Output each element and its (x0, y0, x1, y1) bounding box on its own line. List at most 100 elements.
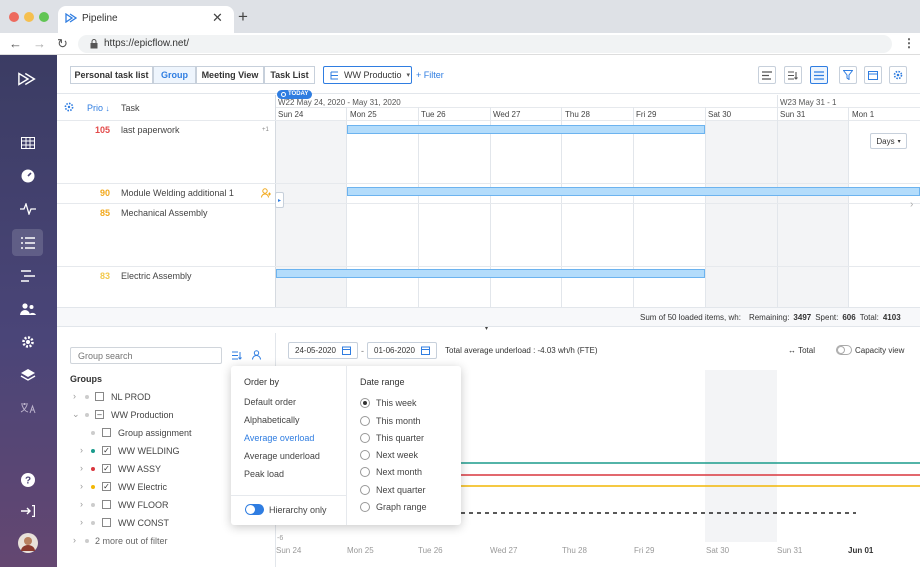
checkbox-ww-welding[interactable]: ✓ (102, 446, 111, 455)
order-average-overload[interactable]: Average overload (244, 433, 314, 443)
expand-chevron-icon[interactable]: › (73, 535, 76, 545)
prio-column-header[interactable]: Prio ↓ (87, 103, 110, 113)
radio-this-month[interactable] (360, 416, 370, 426)
new-tab-icon[interactable]: + (238, 7, 248, 27)
dashboard-gauge-icon[interactable] (18, 166, 38, 186)
group-label-ww-const[interactable]: WW CONST (118, 518, 169, 528)
view-meeting-button[interactable]: Meeting View (196, 66, 264, 84)
settings-icon[interactable] (889, 66, 907, 84)
users-icon[interactable] (18, 299, 38, 319)
split-handle-icon[interactable]: ▾ (485, 325, 488, 332)
range-next-week[interactable]: Next week (376, 450, 418, 460)
filter-funnel-icon[interactable] (839, 66, 857, 84)
task-column-header[interactable]: Task (121, 103, 140, 113)
radio-next-week[interactable] (360, 450, 370, 460)
collapse-panel-handle[interactable]: ▸ (275, 192, 284, 208)
radio-next-quarter[interactable] (360, 485, 370, 495)
epicflow-logo-icon[interactable] (18, 69, 38, 89)
close-window-dot[interactable] (9, 12, 19, 22)
task-bar-module-welding[interactable] (347, 187, 920, 196)
capacity-view-toggle[interactable] (836, 345, 852, 355)
expand-chevron-icon[interactable]: › (80, 517, 83, 527)
task-bar-electric-assembly[interactable] (276, 269, 705, 278)
row-2-task[interactable]: Module Welding additional 1 (121, 188, 234, 198)
task-list-icon[interactable] (18, 266, 38, 286)
view-group-button[interactable]: Group (153, 66, 196, 84)
scroll-right-icon[interactable]: › (910, 199, 913, 210)
help-icon[interactable]: ? (18, 470, 38, 490)
expand-chevron-icon[interactable]: › (80, 445, 83, 455)
group-label-nl-prod[interactable]: NL PROD (111, 392, 151, 402)
range-this-month[interactable]: This month (376, 416, 421, 426)
calendar-grid-icon[interactable] (18, 133, 38, 153)
row-3-task[interactable]: Mechanical Assembly (121, 208, 208, 218)
logout-icon[interactable] (18, 501, 38, 521)
hierarchy-only-toggle[interactable] (245, 504, 264, 515)
range-this-week[interactable]: This week (376, 398, 417, 408)
checkbox-nl-prod[interactable] (95, 392, 104, 401)
list-view-icon[interactable] (810, 66, 828, 84)
url-field[interactable] (78, 35, 892, 53)
sort-options-icon[interactable] (784, 66, 802, 84)
row-1-task[interactable]: last paperwork (121, 125, 180, 135)
zoom-select[interactable]: Days ▾ (870, 133, 907, 149)
user-avatar[interactable] (18, 533, 38, 553)
translate-icon[interactable] (18, 398, 38, 418)
checkbox-ww-electric[interactable]: ✓ (102, 482, 111, 491)
group-label-ww-electric[interactable]: WW Electric (118, 482, 167, 492)
date-to-input[interactable]: 01-06-2020 (367, 342, 437, 359)
layers-icon[interactable] (18, 365, 38, 385)
radio-this-quarter[interactable] (360, 433, 370, 443)
order-alphabetically[interactable]: Alphabetically (244, 415, 300, 425)
back-arrow-icon[interactable]: ← (9, 36, 22, 51)
expand-chevron-icon[interactable]: › (80, 499, 83, 509)
range-graph-range[interactable]: Graph range (376, 502, 427, 512)
checkbox-ww-const[interactable] (102, 518, 111, 527)
collapse-chevron-icon[interactable]: ⌄ (72, 409, 80, 420)
view-personal-task-list-button[interactable]: Personal task list (70, 66, 153, 84)
group-label-ww-assy[interactable]: WW ASSY (118, 464, 161, 474)
group-label-group-assignment[interactable]: Group assignment (118, 428, 192, 438)
checkbox-ww-production[interactable]: – (95, 410, 104, 419)
checkbox-ww-floor[interactable] (102, 500, 111, 509)
maximize-window-dot[interactable] (39, 12, 49, 22)
sort-order-icon[interactable] (232, 351, 242, 360)
row-4-task[interactable]: Electric Assembly (121, 271, 192, 281)
forward-arrow-icon[interactable]: → (33, 36, 46, 51)
task-bar-last-paperwork[interactable] (347, 125, 705, 134)
view-task-list-button[interactable]: Task List (264, 66, 315, 84)
radio-graph-range[interactable] (360, 502, 370, 512)
expand-chevron-icon[interactable]: › (80, 481, 83, 491)
range-next-quarter[interactable]: Next quarter (376, 485, 426, 495)
person-filter-icon[interactable] (252, 350, 261, 360)
calendar-icon[interactable] (864, 66, 882, 84)
radio-this-week[interactable] (360, 398, 370, 408)
checkbox-ww-assy[interactable]: ✓ (102, 464, 111, 473)
group-label-ww-floor[interactable]: WW FLOOR (118, 500, 169, 510)
expand-chevron-icon[interactable]: › (73, 391, 76, 401)
order-average-underload[interactable]: Average underload (244, 451, 320, 461)
browser-menu-icon[interactable]: ⋮ (903, 36, 915, 50)
group-label-ww-welding[interactable]: WW WELDING (118, 446, 180, 456)
group-select[interactable]: WW Productio ▾ (323, 66, 412, 84)
sort-left-icon[interactable] (758, 66, 776, 84)
expand-chevron-icon[interactable]: › (80, 463, 83, 473)
total-toggle[interactable]: ↔ Total (788, 346, 815, 355)
column-settings-icon[interactable] (64, 102, 74, 112)
more-groups-link[interactable]: 2 more out of filter (95, 536, 168, 546)
reload-icon[interactable]: ↻ (57, 36, 68, 52)
radio-next-month[interactable] (360, 467, 370, 477)
checkbox-group-assignment[interactable] (102, 428, 111, 437)
date-from-input[interactable]: 24-05-2020 (288, 342, 358, 359)
pulse-chart-icon[interactable] (18, 199, 38, 219)
assign-user-icon[interactable] (261, 188, 271, 198)
group-label-ww-production[interactable]: WW Production (111, 410, 174, 420)
range-next-month[interactable]: Next month (376, 467, 422, 477)
order-default[interactable]: Default order (244, 397, 296, 407)
minimize-window-dot[interactable] (24, 12, 34, 22)
group-search-input[interactable] (70, 347, 222, 364)
settings-gear-icon[interactable] (18, 332, 38, 352)
order-peak-load[interactable]: Peak load (244, 469, 284, 479)
tab-close-icon[interactable]: ✕ (212, 10, 223, 26)
range-this-quarter[interactable]: This quarter (376, 433, 424, 443)
